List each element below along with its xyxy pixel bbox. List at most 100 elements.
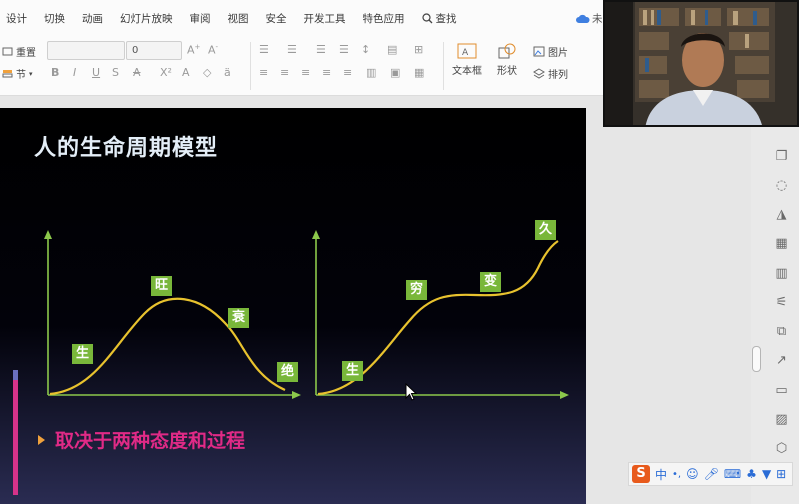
- arrange-button[interactable]: 排列: [533, 66, 568, 81]
- bullet-list-icon[interactable]: ☰: [259, 43, 269, 56]
- ime-mode-label[interactable]: 中: [655, 466, 667, 483]
- section-label: 节: [16, 70, 26, 81]
- conclusion-bullet: 取决于两种态度和过程: [38, 426, 245, 453]
- accent-bar: [13, 370, 18, 495]
- picture-button[interactable]: 图片: [533, 44, 568, 59]
- align-left-icon[interactable]: ≡: [259, 66, 268, 79]
- font-shrink-icon[interactable]: A-: [208, 43, 218, 57]
- punctuation-icon[interactable]: •,: [672, 469, 681, 480]
- italic-icon[interactable]: I: [73, 66, 76, 79]
- font-size-combo[interactable]: 0: [126, 41, 182, 60]
- label-jiu: 久: [535, 220, 556, 240]
- picture-icon: [533, 46, 545, 57]
- svg-text:A: A: [462, 48, 469, 58]
- menu-features[interactable]: 特色应用: [363, 11, 405, 26]
- underline-icon[interactable]: U: [92, 66, 100, 79]
- font-name-combo[interactable]: [47, 41, 125, 60]
- image-icon[interactable]: ▨: [774, 413, 789, 427]
- cloud-label: 未: [592, 13, 603, 25]
- eraser-icon[interactable]: ◇: [203, 66, 211, 79]
- textbox-icon: A: [457, 43, 477, 59]
- strikethrough-icon[interactable]: A: [133, 66, 141, 79]
- fill-icon[interactable]: ◮: [774, 208, 789, 222]
- menu-security[interactable]: 安全: [266, 11, 287, 26]
- justify-icon[interactable]: ≡: [322, 66, 331, 79]
- search-icon: [421, 12, 432, 23]
- align-text-icon[interactable]: ▥: [366, 66, 376, 79]
- vertical-scrollbar[interactable]: [752, 346, 761, 372]
- menu-design[interactable]: 设计: [6, 11, 27, 26]
- columns-icon[interactable]: ▤: [387, 43, 397, 56]
- accent-bar-cap: [13, 370, 18, 380]
- mouse-cursor-icon: [405, 383, 417, 401]
- conclusion-text: 取决于两种态度和过程: [55, 430, 246, 452]
- distribute-icon[interactable]: ≡: [343, 66, 352, 79]
- chevron-down-icon: ▾: [29, 69, 33, 78]
- menu-transition[interactable]: 切换: [44, 11, 65, 26]
- label-sheng-right: 生: [342, 361, 363, 381]
- menu-review[interactable]: 审阅: [190, 11, 211, 26]
- textbox-label: 文本框: [452, 66, 482, 77]
- microphone-icon[interactable]: 🎤︎: [704, 467, 719, 481]
- sogou-logo-icon[interactable]: S: [632, 465, 650, 483]
- right-x-arrow: [560, 391, 569, 399]
- grid-icon[interactable]: ▦: [774, 237, 789, 251]
- menu-developer[interactable]: 开发工具: [304, 11, 346, 26]
- settings-sliders-icon[interactable]: ⚟: [774, 296, 789, 310]
- reset-button[interactable]: 重置: [2, 44, 36, 59]
- emoji-icon[interactable]: ☺: [686, 467, 699, 481]
- copy-icon[interactable]: ⧉: [774, 325, 789, 339]
- char-spacing-icon[interactable]: ä: [224, 66, 231, 79]
- search-button[interactable]: 查找: [421, 11, 457, 26]
- chart-icon[interactable]: ▥: [774, 267, 789, 281]
- cloud-status[interactable]: 未: [576, 11, 603, 26]
- ribbon-separator: [443, 42, 444, 90]
- keyboard-icon[interactable]: ⌨: [724, 467, 741, 481]
- left-y-arrow: [44, 230, 52, 239]
- right-side-toolbar: ❐ ◌ ◮ ▦ ▥ ⚟ ⧉ ↗ ▭ ▨ ⬡: [766, 130, 799, 470]
- right-y-arrow: [312, 230, 320, 239]
- text-direction-icon[interactable]: ⊞: [414, 43, 423, 56]
- font-grow-icon[interactable]: A+: [187, 43, 200, 57]
- label-sheng-left: 生: [72, 344, 93, 364]
- menu-slideshow[interactable]: 幻灯片放映: [120, 11, 173, 26]
- menu-animation[interactable]: 动画: [82, 11, 103, 26]
- numbered-list-icon[interactable]: ☰: [287, 43, 297, 56]
- font-color-icon[interactable]: A: [182, 66, 190, 79]
- bullet-arrow-icon: [38, 434, 45, 445]
- presenter-video-icon: [605, 2, 797, 125]
- textbox-button[interactable]: A 文本框: [452, 42, 482, 77]
- reset-icon: [2, 47, 13, 56]
- bold-icon[interactable]: B: [51, 66, 59, 79]
- text-fit-icon[interactable]: ▦: [414, 66, 424, 79]
- picture-label: 图片: [548, 48, 568, 59]
- archive-icon[interactable]: ▭: [774, 384, 789, 398]
- webcam-video: [603, 0, 799, 127]
- section-icon: [2, 70, 13, 78]
- shape-button[interactable]: 形状: [497, 42, 517, 77]
- search-label: 查找: [435, 12, 457, 25]
- shirt-icon[interactable]: ▼: [762, 467, 771, 481]
- section-button[interactable]: 节 ▾: [2, 66, 33, 81]
- reset-label: 重置: [16, 48, 36, 59]
- shape-select-icon[interactable]: ◌: [774, 179, 789, 193]
- share-icon[interactable]: ↗: [774, 354, 789, 368]
- ribbon-separator: [250, 42, 251, 90]
- line-spacing-icon[interactable]: ↕: [361, 43, 370, 56]
- label-bian: 变: [480, 272, 501, 292]
- shield-icon[interactable]: ⬡: [774, 442, 789, 456]
- indent-decrease-icon[interactable]: ☰: [316, 43, 326, 56]
- shadow-icon[interactable]: S: [112, 66, 119, 79]
- label-wang: 旺: [151, 276, 172, 296]
- align-right-icon[interactable]: ≡: [301, 66, 310, 79]
- smartart-icon[interactable]: ▣: [390, 66, 400, 79]
- indent-increase-icon[interactable]: ☰: [339, 43, 349, 56]
- label-qiong: 穷: [406, 280, 427, 300]
- cloud-icon: [576, 14, 590, 23]
- superscript-icon[interactable]: X²: [160, 66, 172, 79]
- skin-icon[interactable]: ♣: [746, 467, 757, 481]
- toolbox-icon[interactable]: ⊞: [776, 467, 786, 481]
- align-center-icon[interactable]: ≡: [280, 66, 289, 79]
- menu-view[interactable]: 视图: [228, 11, 249, 26]
- layers-icon[interactable]: ❐: [774, 150, 789, 164]
